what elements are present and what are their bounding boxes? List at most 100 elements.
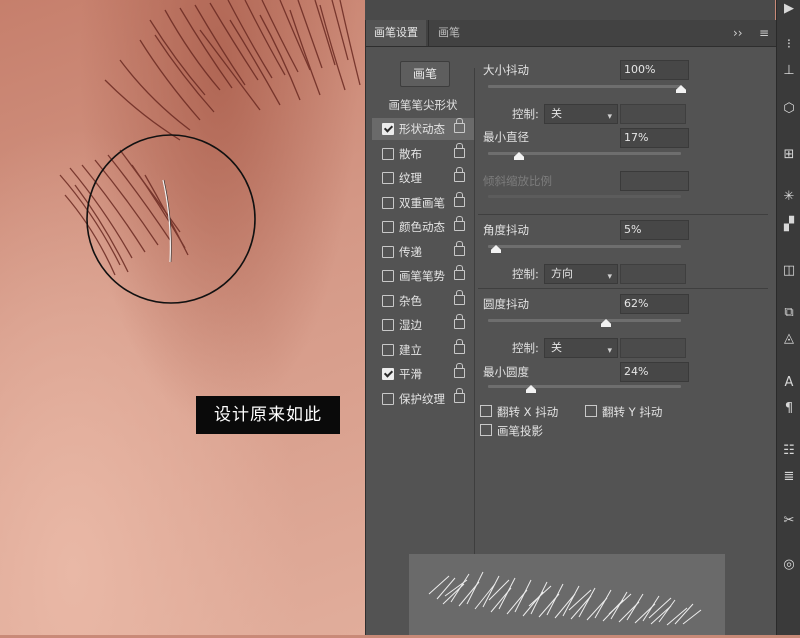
- angle-jitter-slider[interactable]: [488, 245, 681, 248]
- section-divider: [478, 214, 768, 215]
- option-label: 湿边: [399, 318, 422, 332]
- size-control-extra-field: [620, 104, 686, 124]
- flip-y-checkbox[interactable]: 翻转 Y 抖动: [585, 404, 662, 420]
- lock-icon[interactable]: [454, 142, 465, 158]
- chevron-down-icon: ▾: [607, 112, 612, 122]
- option-transfer[interactable]: 传递: [372, 240, 474, 263]
- option-label: 形状动态: [399, 122, 445, 136]
- flip-x-checkbox[interactable]: 翻转 X 抖动: [480, 404, 558, 420]
- caption-label: 设计原来如此: [196, 396, 340, 434]
- min-diameter-input[interactable]: 17%: [620, 128, 689, 148]
- lock-icon[interactable]: [454, 289, 465, 305]
- channels-icon[interactable]: ⧉: [780, 304, 798, 322]
- properties-icon[interactable]: ☷: [780, 442, 798, 460]
- type-icon[interactable]: A: [780, 374, 798, 392]
- lock-icon[interactable]: [454, 265, 465, 280]
- checkbox-icon[interactable]: [382, 294, 394, 307]
- size-jitter-input[interactable]: 100%: [620, 60, 689, 80]
- option-label: 画笔笔势: [399, 269, 445, 283]
- option-label: 传递: [399, 244, 422, 259]
- roundness-jitter-slider[interactable]: [488, 319, 681, 322]
- brush-stroke-preview: [409, 554, 725, 635]
- brush-projection-label: 画笔投影: [497, 424, 543, 438]
- lock-icon[interactable]: [454, 118, 465, 133]
- stamp-icon[interactable]: ⊞: [780, 146, 798, 164]
- checkbox-icon[interactable]: [382, 172, 394, 184]
- min-roundness-label: 最小圆度: [483, 365, 529, 379]
- size-control-label: 控制:: [512, 107, 539, 121]
- tab-brush[interactable]: 画笔: [430, 20, 468, 46]
- option-color-dynamics[interactable]: 颜色动态: [372, 216, 474, 238]
- scissors-icon[interactable]: ✂: [780, 512, 798, 530]
- option-label: 建立: [399, 342, 422, 357]
- shape-dynamics-settings: 大小抖动 100% 控制: 关 ▾ 最小直径 17% 倾斜缩放比例 角度抖动 5…: [478, 20, 776, 635]
- angle-jitter-input[interactable]: 5%: [620, 220, 689, 240]
- option-noise[interactable]: 杂色: [372, 289, 474, 312]
- roundness-jitter-input[interactable]: 62%: [620, 294, 689, 314]
- checkbox-icon[interactable]: [382, 147, 394, 160]
- lock-icon[interactable]: [454, 338, 465, 354]
- lock-icon[interactable]: [454, 191, 465, 207]
- lock-icon[interactable]: [454, 387, 465, 403]
- option-label: 颜色动态: [399, 220, 445, 234]
- adjust-icon[interactable]: ⊥: [780, 62, 798, 80]
- column-divider: [474, 68, 475, 628]
- angle-control-select[interactable]: 方向 ▾: [544, 264, 618, 284]
- lock-icon[interactable]: [454, 167, 465, 182]
- size-control-select[interactable]: 关 ▾: [544, 104, 618, 124]
- lock-icon[interactable]: [454, 240, 465, 256]
- checkbox-icon[interactable]: [382, 123, 394, 135]
- panel-top-strip: [365, 0, 775, 21]
- option-shape-dynamics[interactable]: 形状动态: [372, 118, 474, 140]
- tilt-scale-slider: [488, 195, 681, 198]
- min-roundness-input[interactable]: 24%: [620, 362, 689, 382]
- checkbox-icon[interactable]: [480, 424, 492, 436]
- lock-icon[interactable]: [454, 314, 465, 329]
- histogram-icon[interactable]: ▞: [780, 216, 798, 234]
- lock-icon[interactable]: [454, 363, 465, 378]
- roundness-jitter-label: 圆度抖动: [483, 297, 529, 311]
- roundness-control-extra-field: [620, 338, 686, 358]
- checkbox-icon[interactable]: [382, 245, 394, 258]
- brush-settings-icon[interactable]: ⁝: [780, 36, 798, 54]
- angle-control-value: 方向: [551, 267, 573, 280]
- option-smoothing[interactable]: 平滑: [372, 363, 474, 385]
- notes-icon[interactable]: ≣: [780, 468, 798, 486]
- asterisk-icon[interactable]: ✳: [780, 188, 798, 206]
- tab-brush-settings[interactable]: 画笔设置: [366, 20, 426, 46]
- checkbox-icon[interactable]: [382, 270, 394, 282]
- paragraph-icon[interactable]: ¶: [780, 400, 798, 418]
- option-protect-texture[interactable]: 保护纹理: [372, 387, 474, 410]
- document-canvas[interactable]: 设计原来如此: [0, 0, 365, 635]
- option-scattering[interactable]: 散布: [372, 142, 474, 165]
- brush-tip-shape-item[interactable]: 画笔笔尖形状: [372, 94, 474, 116]
- checkbox-icon[interactable]: [382, 221, 394, 233]
- option-texture[interactable]: 纹理: [372, 167, 474, 189]
- canvas-artwork: [59, 0, 361, 304]
- paths-icon[interactable]: ◬: [780, 330, 798, 348]
- cube-icon[interactable]: ⬡: [780, 100, 798, 118]
- checkbox-icon[interactable]: [480, 405, 492, 417]
- option-build-up[interactable]: 建立: [372, 338, 474, 361]
- checkbox-icon[interactable]: [382, 343, 394, 356]
- size-jitter-slider[interactable]: [488, 85, 681, 88]
- brush-settings-panel: 画笔设置 画笔 ›› ≡ 画笔 画笔笔尖形状 形状动态 散布 纹理 双重画笔 颜…: [365, 20, 776, 635]
- lock-icon[interactable]: [454, 216, 465, 231]
- brush-presets-button[interactable]: 画笔: [400, 61, 450, 87]
- checkbox-icon[interactable]: [382, 319, 394, 331]
- option-brush-pose[interactable]: 画笔笔势: [372, 265, 474, 287]
- checkbox-icon[interactable]: [382, 392, 394, 405]
- target-icon[interactable]: ◎: [780, 556, 798, 574]
- checkbox-icon[interactable]: [382, 196, 394, 209]
- option-wet-edges[interactable]: 湿边: [372, 314, 474, 336]
- roundness-control-select[interactable]: 关 ▾: [544, 338, 618, 358]
- tilt-scale-input: [620, 171, 689, 191]
- option-dual-brush[interactable]: 双重画笔: [372, 191, 474, 214]
- checkbox-icon[interactable]: [382, 368, 394, 380]
- checkbox-icon[interactable]: [585, 405, 597, 417]
- play-icon[interactable]: ▶: [780, 0, 798, 18]
- brush-projection-checkbox[interactable]: 画笔投影: [480, 423, 543, 439]
- min-roundness-slider[interactable]: [488, 385, 681, 388]
- layers-icon[interactable]: ◫: [780, 262, 798, 280]
- size-control-value: 关: [551, 107, 562, 120]
